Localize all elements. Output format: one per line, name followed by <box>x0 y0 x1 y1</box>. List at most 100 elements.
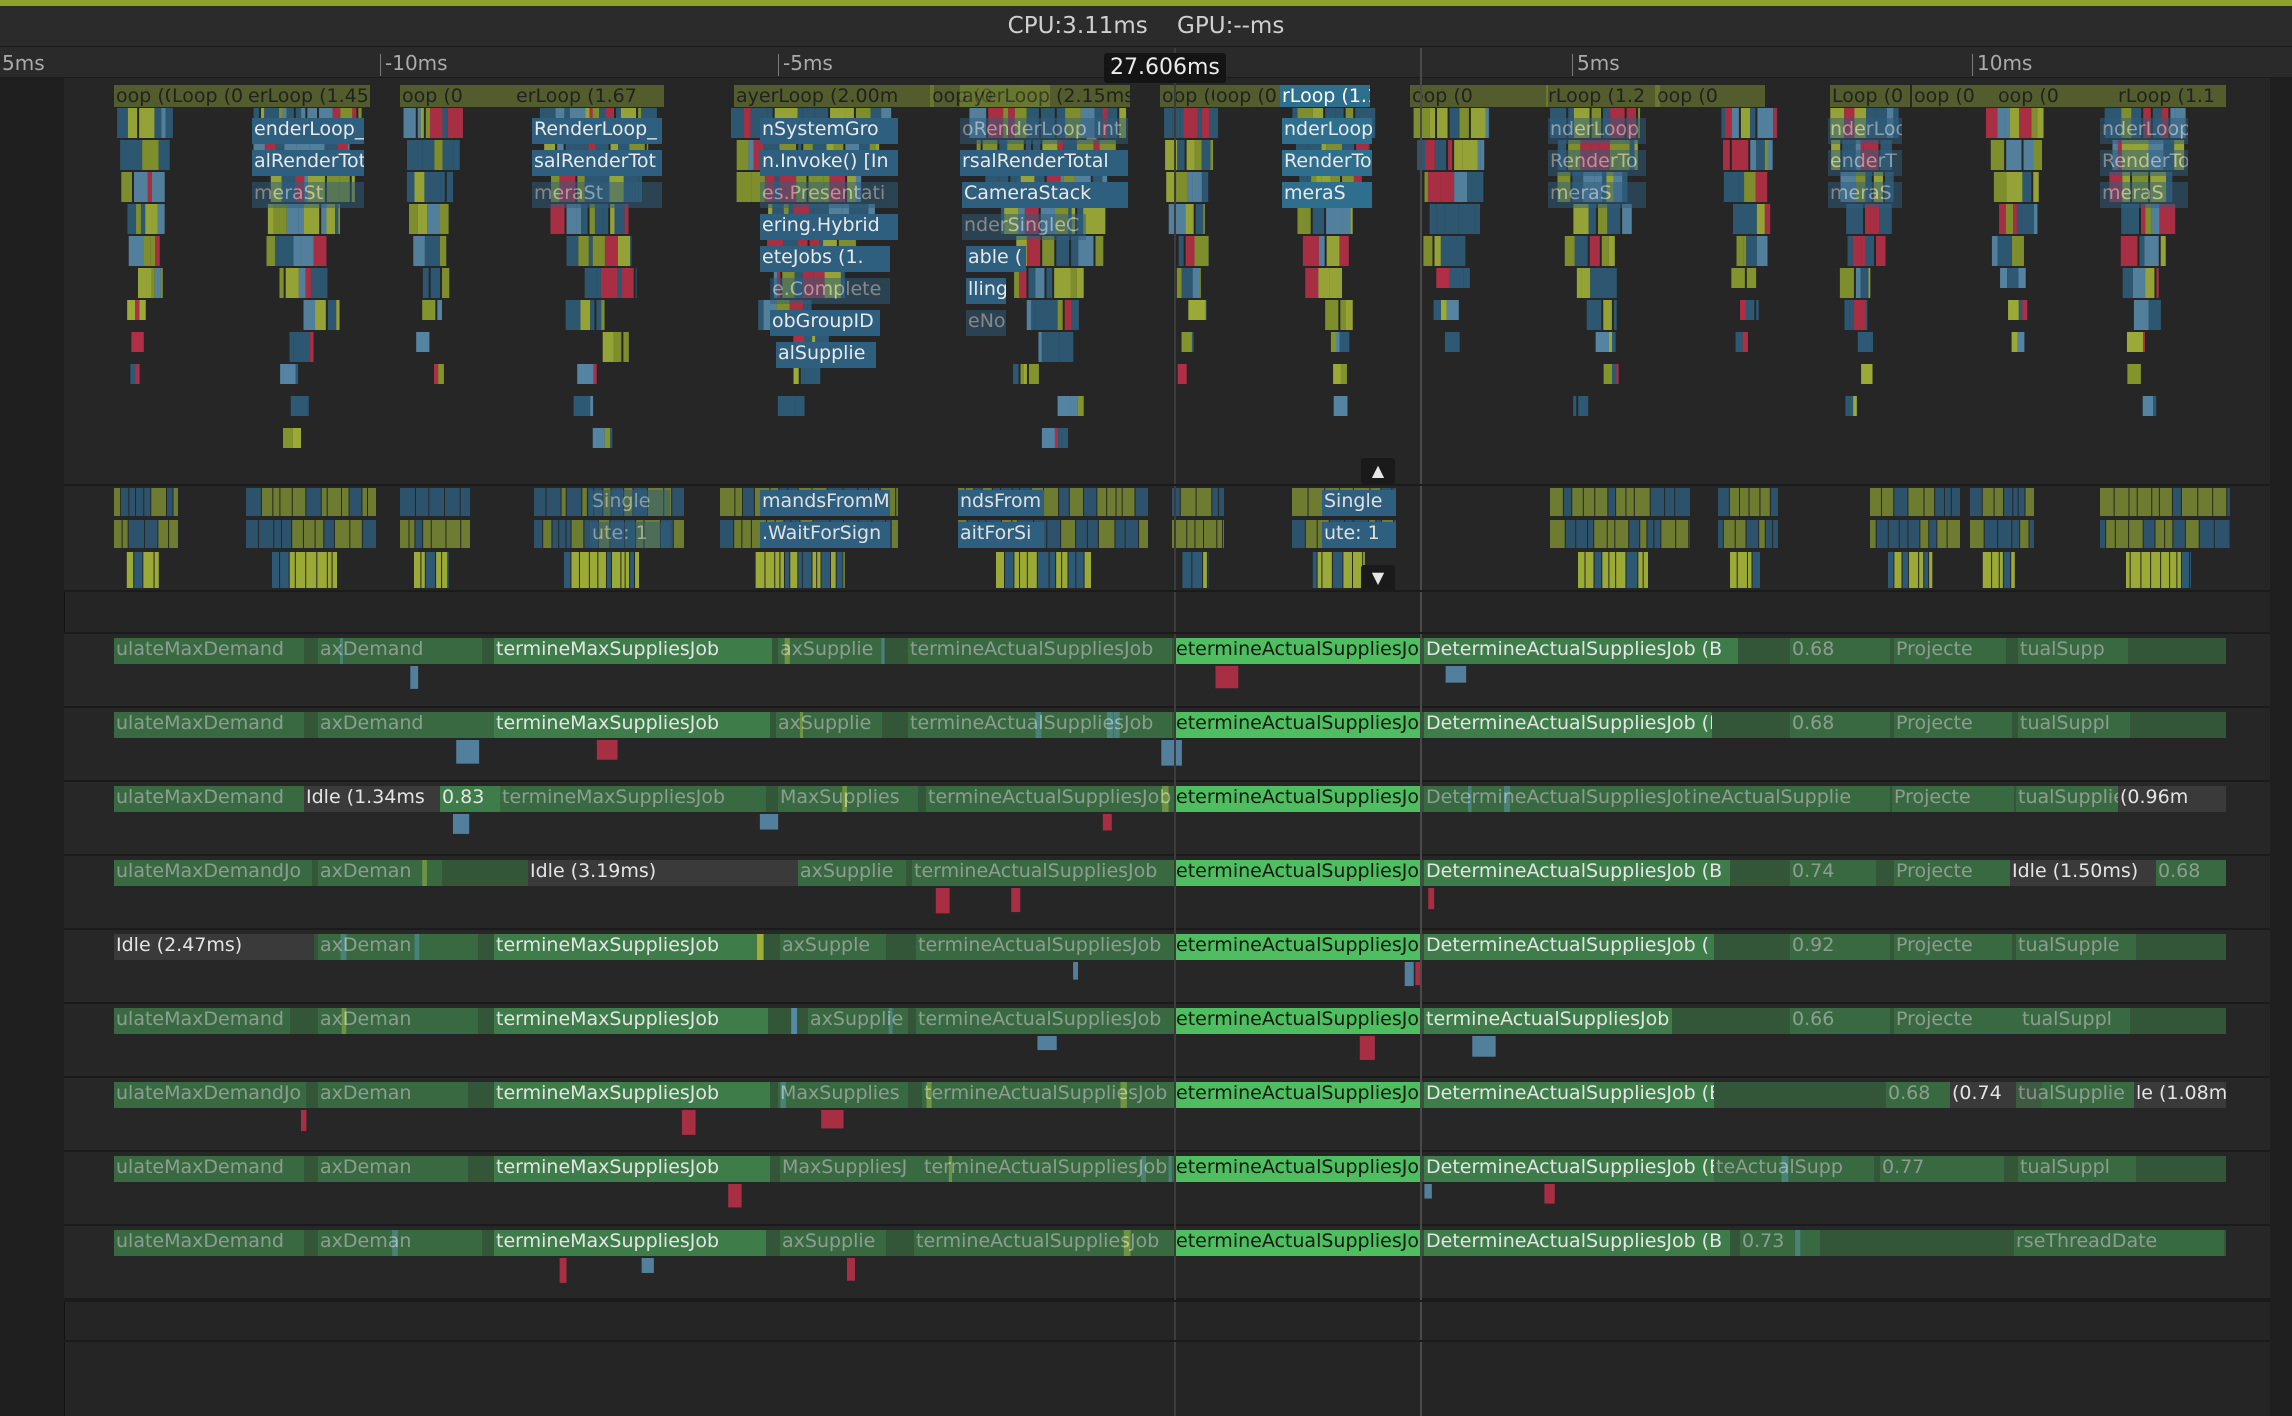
flame-block[interactable] <box>1855 268 1861 298</box>
job-sub-block[interactable] <box>641 1258 654 1273</box>
sample-label[interactable]: DetermineActualSuppliesJob ( <box>1424 934 1714 960</box>
flame-block[interactable] <box>1597 204 1608 234</box>
render-block[interactable] <box>1888 520 1899 548</box>
render-block[interactable] <box>303 520 315 548</box>
job-sub-block[interactable] <box>596 740 618 760</box>
flame-block[interactable] <box>303 204 320 234</box>
render-block[interactable] <box>282 520 292 548</box>
sample-label[interactable]: le (1.08m <box>2134 1082 2226 1108</box>
row-divider[interactable] <box>64 928 2270 930</box>
flame-block[interactable] <box>1078 236 1094 266</box>
flame-block[interactable] <box>1444 332 1460 352</box>
sample-label[interactable]: termineActualSuppliesJob <box>916 1008 1174 1034</box>
flame-block[interactable] <box>1743 236 1747 266</box>
flame-block[interactable] <box>2139 236 2145 266</box>
flame-block[interactable] <box>298 204 304 234</box>
sample-label[interactable]: termineMaxSuppliesJob <box>494 1082 770 1108</box>
render-block[interactable] <box>775 552 780 588</box>
flame-block[interactable] <box>1194 140 1202 170</box>
render-block[interactable] <box>2129 520 2143 548</box>
render-block[interactable] <box>1944 488 1951 516</box>
flame-block[interactable] <box>601 300 605 330</box>
sample-label[interactable]: 0.68 <box>1790 712 1890 738</box>
sample-label[interactable]: ulateMaxDemand <box>114 1230 304 1256</box>
flame-block[interactable] <box>590 300 595 330</box>
flame-block[interactable] <box>565 300 581 330</box>
flame-block[interactable] <box>425 108 431 138</box>
flame-block[interactable] <box>1071 300 1079 330</box>
render-block[interactable] <box>136 488 144 516</box>
sample-label[interactable]: n.Invoke() [In <box>760 150 898 176</box>
sample-label[interactable]: Projecte <box>1894 860 2010 886</box>
render-block[interactable] <box>802 552 812 588</box>
render-block[interactable] <box>258 520 274 548</box>
row-divider[interactable] <box>64 780 2270 782</box>
flame-block[interactable] <box>417 108 421 138</box>
flame-block[interactable] <box>1176 172 1188 202</box>
flame-block[interactable] <box>326 204 336 234</box>
sample-label[interactable]: termineActualSuppliesJob <box>922 1156 1174 1182</box>
render-block[interactable] <box>582 488 587 516</box>
job-sliver[interactable] <box>756 934 764 960</box>
render-block[interactable] <box>1737 552 1747 588</box>
flame-block[interactable] <box>422 268 429 298</box>
render-block[interactable] <box>414 552 421 588</box>
render-block[interactable] <box>1920 520 1929 548</box>
render-block[interactable] <box>321 488 327 516</box>
sample-label[interactable]: nderLoop <box>1548 118 1646 144</box>
render-block[interactable] <box>1550 520 1565 548</box>
flame-block[interactable] <box>1057 300 1063 330</box>
render-block[interactable] <box>1084 552 1091 588</box>
render-block[interactable] <box>332 552 337 588</box>
render-block[interactable] <box>1746 520 1759 548</box>
flame-block[interactable] <box>446 172 454 202</box>
render-block[interactable] <box>1638 552 1643 588</box>
render-block[interactable] <box>1615 520 1629 548</box>
render-block[interactable] <box>621 552 625 588</box>
flame-block[interactable] <box>1035 300 1053 330</box>
flame-block[interactable] <box>743 108 751 138</box>
render-block[interactable] <box>635 552 639 588</box>
sample-label[interactable]: oRenderLoop_Int <box>960 118 1128 144</box>
flame-block[interactable] <box>1056 236 1070 266</box>
flame-block[interactable] <box>1038 332 1042 362</box>
render-block[interactable] <box>1062 552 1068 588</box>
sample-label[interactable]: termineActualSuppliesJob <box>908 638 1172 664</box>
flame-block[interactable] <box>1176 268 1182 298</box>
render-block[interactable] <box>2100 488 2114 516</box>
flame-block[interactable] <box>1757 108 1774 138</box>
sample-label[interactable]: tualSuppl <box>2018 712 2130 738</box>
sample-label[interactable]: ineActualSupplie <box>1690 786 1890 812</box>
flame-block[interactable] <box>1865 300 1868 330</box>
flame-block[interactable] <box>1194 236 1209 266</box>
flame-block[interactable] <box>1622 204 1632 234</box>
flame-block[interactable] <box>1197 108 1202 138</box>
render-block[interactable] <box>817 552 821 588</box>
flame-block[interactable] <box>577 364 594 384</box>
flame-block[interactable] <box>442 268 450 298</box>
job-sub-block[interactable] <box>821 1110 844 1129</box>
sample-label[interactable]: Single <box>1322 490 1396 516</box>
flame-block[interactable] <box>1616 364 1619 384</box>
flame-block[interactable] <box>1446 300 1459 320</box>
render-block[interactable] <box>1576 520 1588 548</box>
render-block[interactable] <box>735 488 743 516</box>
sample-label[interactable]: oop (0 <box>1912 85 1996 107</box>
flame-block[interactable] <box>1485 108 1489 138</box>
sample-label[interactable]: (0.96m <box>2118 786 2226 812</box>
flame-block[interactable] <box>589 204 595 234</box>
sample-label[interactable]: axDemand <box>318 638 482 664</box>
flame-block[interactable] <box>2127 204 2140 234</box>
flame-block[interactable] <box>2018 268 2026 288</box>
flame-block[interactable] <box>158 140 170 170</box>
sample-label[interactable]: meraS <box>1828 182 1902 208</box>
flame-block[interactable] <box>1474 204 1480 234</box>
sample-label[interactable]: Idle (1.50ms) <box>2010 860 2156 886</box>
job-sub-block[interactable] <box>1428 888 1435 910</box>
render-block[interactable] <box>1607 520 1615 548</box>
flame-block[interactable] <box>1601 236 1609 266</box>
flame-block[interactable] <box>592 236 605 266</box>
render-block[interactable] <box>1982 488 1994 516</box>
flame-block[interactable] <box>143 236 151 266</box>
flame-block[interactable] <box>438 364 444 384</box>
